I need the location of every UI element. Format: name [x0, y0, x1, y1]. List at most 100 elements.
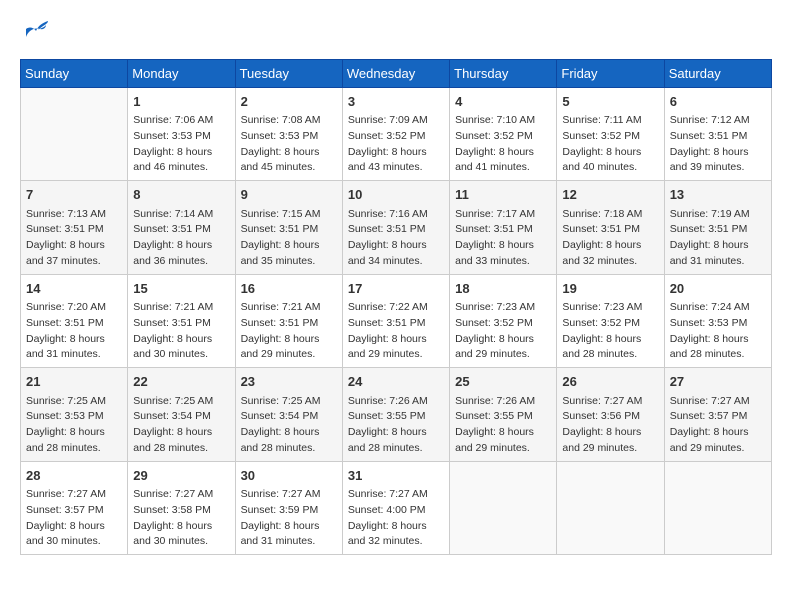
day-info: Sunrise: 7:16 AMSunset: 3:51 PMDaylight:…	[348, 207, 444, 270]
day-info: Sunrise: 7:12 AMSunset: 3:51 PMDaylight:…	[670, 113, 766, 176]
day-info: Sunrise: 7:21 AMSunset: 3:51 PMDaylight:…	[133, 300, 229, 363]
calendar-cell: 22Sunrise: 7:25 AMSunset: 3:54 PMDayligh…	[128, 368, 235, 462]
calendar-cell: 31Sunrise: 7:27 AMSunset: 4:00 PMDayligh…	[342, 461, 449, 555]
day-number: 6	[670, 92, 766, 112]
day-number: 24	[348, 372, 444, 392]
day-number: 20	[670, 279, 766, 299]
day-of-week-header: Friday	[557, 59, 664, 87]
day-number: 19	[562, 279, 658, 299]
calendar-table: SundayMondayTuesdayWednesdayThursdayFrid…	[20, 59, 772, 556]
day-number: 1	[133, 92, 229, 112]
calendar-cell: 14Sunrise: 7:20 AMSunset: 3:51 PMDayligh…	[21, 274, 128, 368]
calendar-cell: 20Sunrise: 7:24 AMSunset: 3:53 PMDayligh…	[664, 274, 771, 368]
calendar-cell: 12Sunrise: 7:18 AMSunset: 3:51 PMDayligh…	[557, 181, 664, 275]
day-info: Sunrise: 7:13 AMSunset: 3:51 PMDaylight:…	[26, 207, 122, 270]
day-info: Sunrise: 7:27 AMSunset: 3:57 PMDaylight:…	[670, 394, 766, 457]
calendar-cell: 25Sunrise: 7:26 AMSunset: 3:55 PMDayligh…	[450, 368, 557, 462]
day-number: 21	[26, 372, 122, 392]
calendar-cell: 15Sunrise: 7:21 AMSunset: 3:51 PMDayligh…	[128, 274, 235, 368]
day-number: 29	[133, 466, 229, 486]
calendar-cell: 1Sunrise: 7:06 AMSunset: 3:53 PMDaylight…	[128, 87, 235, 181]
day-info: Sunrise: 7:15 AMSunset: 3:51 PMDaylight:…	[241, 207, 337, 270]
page-header	[20, 20, 772, 43]
day-number: 30	[241, 466, 337, 486]
calendar-cell: 16Sunrise: 7:21 AMSunset: 3:51 PMDayligh…	[235, 274, 342, 368]
day-number: 22	[133, 372, 229, 392]
day-number: 5	[562, 92, 658, 112]
day-number: 13	[670, 185, 766, 205]
calendar-cell: 26Sunrise: 7:27 AMSunset: 3:56 PMDayligh…	[557, 368, 664, 462]
calendar-cell: 11Sunrise: 7:17 AMSunset: 3:51 PMDayligh…	[450, 181, 557, 275]
calendar-cell	[450, 461, 557, 555]
day-number: 23	[241, 372, 337, 392]
calendar-cell: 23Sunrise: 7:25 AMSunset: 3:54 PMDayligh…	[235, 368, 342, 462]
calendar-cell: 30Sunrise: 7:27 AMSunset: 3:59 PMDayligh…	[235, 461, 342, 555]
day-info: Sunrise: 7:18 AMSunset: 3:51 PMDaylight:…	[562, 207, 658, 270]
calendar-cell	[21, 87, 128, 181]
day-of-week-header: Thursday	[450, 59, 557, 87]
day-info: Sunrise: 7:26 AMSunset: 3:55 PMDaylight:…	[348, 394, 444, 457]
day-of-week-header: Saturday	[664, 59, 771, 87]
calendar-week-row: 28Sunrise: 7:27 AMSunset: 3:57 PMDayligh…	[21, 461, 772, 555]
day-info: Sunrise: 7:27 AMSunset: 3:56 PMDaylight:…	[562, 394, 658, 457]
day-number: 4	[455, 92, 551, 112]
day-number: 10	[348, 185, 444, 205]
day-number: 7	[26, 185, 122, 205]
day-number: 3	[348, 92, 444, 112]
day-number: 8	[133, 185, 229, 205]
calendar-cell: 3Sunrise: 7:09 AMSunset: 3:52 PMDaylight…	[342, 87, 449, 181]
day-number: 14	[26, 279, 122, 299]
calendar-cell: 4Sunrise: 7:10 AMSunset: 3:52 PMDaylight…	[450, 87, 557, 181]
calendar-header-row: SundayMondayTuesdayWednesdayThursdayFrid…	[21, 59, 772, 87]
day-info: Sunrise: 7:08 AMSunset: 3:53 PMDaylight:…	[241, 113, 337, 176]
calendar-cell: 29Sunrise: 7:27 AMSunset: 3:58 PMDayligh…	[128, 461, 235, 555]
calendar-cell: 21Sunrise: 7:25 AMSunset: 3:53 PMDayligh…	[21, 368, 128, 462]
logo-bird-icon	[20, 21, 48, 43]
day-info: Sunrise: 7:26 AMSunset: 3:55 PMDaylight:…	[455, 394, 551, 457]
calendar-cell: 27Sunrise: 7:27 AMSunset: 3:57 PMDayligh…	[664, 368, 771, 462]
day-number: 17	[348, 279, 444, 299]
day-info: Sunrise: 7:27 AMSunset: 4:00 PMDaylight:…	[348, 487, 444, 550]
calendar-cell: 13Sunrise: 7:19 AMSunset: 3:51 PMDayligh…	[664, 181, 771, 275]
day-of-week-header: Monday	[128, 59, 235, 87]
day-number: 18	[455, 279, 551, 299]
day-number: 31	[348, 466, 444, 486]
day-number: 25	[455, 372, 551, 392]
calendar-cell: 17Sunrise: 7:22 AMSunset: 3:51 PMDayligh…	[342, 274, 449, 368]
day-number: 16	[241, 279, 337, 299]
day-info: Sunrise: 7:23 AMSunset: 3:52 PMDaylight:…	[562, 300, 658, 363]
calendar-cell: 9Sunrise: 7:15 AMSunset: 3:51 PMDaylight…	[235, 181, 342, 275]
day-info: Sunrise: 7:27 AMSunset: 3:57 PMDaylight:…	[26, 487, 122, 550]
day-number: 27	[670, 372, 766, 392]
day-number: 11	[455, 185, 551, 205]
day-of-week-header: Wednesday	[342, 59, 449, 87]
day-number: 26	[562, 372, 658, 392]
day-info: Sunrise: 7:27 AMSunset: 3:58 PMDaylight:…	[133, 487, 229, 550]
calendar-week-row: 14Sunrise: 7:20 AMSunset: 3:51 PMDayligh…	[21, 274, 772, 368]
calendar-cell: 24Sunrise: 7:26 AMSunset: 3:55 PMDayligh…	[342, 368, 449, 462]
calendar-cell: 10Sunrise: 7:16 AMSunset: 3:51 PMDayligh…	[342, 181, 449, 275]
logo	[20, 20, 48, 43]
day-info: Sunrise: 7:21 AMSunset: 3:51 PMDaylight:…	[241, 300, 337, 363]
day-info: Sunrise: 7:11 AMSunset: 3:52 PMDaylight:…	[562, 113, 658, 176]
day-info: Sunrise: 7:25 AMSunset: 3:54 PMDaylight:…	[133, 394, 229, 457]
day-info: Sunrise: 7:09 AMSunset: 3:52 PMDaylight:…	[348, 113, 444, 176]
calendar-cell	[557, 461, 664, 555]
calendar-week-row: 21Sunrise: 7:25 AMSunset: 3:53 PMDayligh…	[21, 368, 772, 462]
day-info: Sunrise: 7:25 AMSunset: 3:53 PMDaylight:…	[26, 394, 122, 457]
day-info: Sunrise: 7:14 AMSunset: 3:51 PMDaylight:…	[133, 207, 229, 270]
calendar-week-row: 1Sunrise: 7:06 AMSunset: 3:53 PMDaylight…	[21, 87, 772, 181]
day-info: Sunrise: 7:22 AMSunset: 3:51 PMDaylight:…	[348, 300, 444, 363]
day-info: Sunrise: 7:25 AMSunset: 3:54 PMDaylight:…	[241, 394, 337, 457]
day-of-week-header: Tuesday	[235, 59, 342, 87]
day-number: 28	[26, 466, 122, 486]
calendar-week-row: 7Sunrise: 7:13 AMSunset: 3:51 PMDaylight…	[21, 181, 772, 275]
calendar-cell: 28Sunrise: 7:27 AMSunset: 3:57 PMDayligh…	[21, 461, 128, 555]
day-info: Sunrise: 7:20 AMSunset: 3:51 PMDaylight:…	[26, 300, 122, 363]
day-number: 9	[241, 185, 337, 205]
day-number: 12	[562, 185, 658, 205]
calendar-cell: 8Sunrise: 7:14 AMSunset: 3:51 PMDaylight…	[128, 181, 235, 275]
calendar-cell: 5Sunrise: 7:11 AMSunset: 3:52 PMDaylight…	[557, 87, 664, 181]
day-info: Sunrise: 7:19 AMSunset: 3:51 PMDaylight:…	[670, 207, 766, 270]
calendar-cell: 6Sunrise: 7:12 AMSunset: 3:51 PMDaylight…	[664, 87, 771, 181]
